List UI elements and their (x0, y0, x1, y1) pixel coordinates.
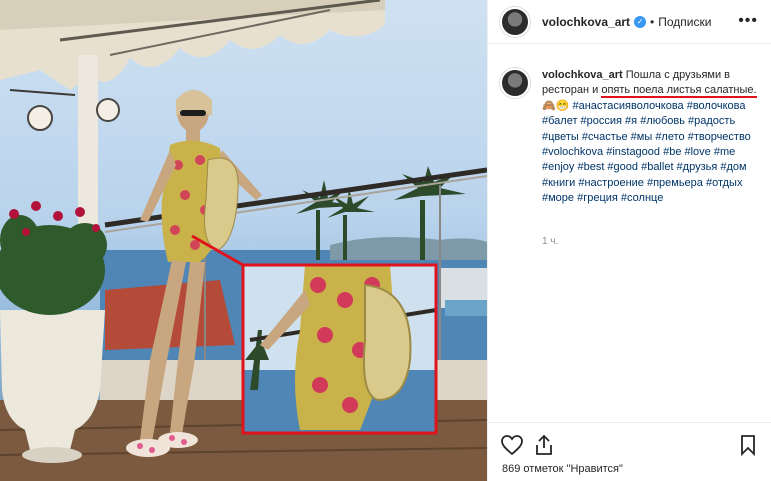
action-bar: 869 отметок "Нравится" (488, 422, 771, 481)
post-time[interactable]: 1 ч. (542, 236, 558, 247)
post-header: volochkova_art ✓ • Подписки ••• (488, 0, 771, 44)
caption-avatar[interactable] (500, 68, 530, 98)
caption-highlighted-text: опять поела листья салатные. (601, 84, 757, 99)
post-sidebar: volochkova_art ✓ • Подписки ••• volochko… (487, 0, 771, 481)
following-button[interactable]: Подписки (658, 15, 711, 29)
share-icon[interactable] (532, 433, 556, 457)
verified-badge-icon: ✓ (634, 15, 647, 28)
likes-count[interactable]: 869 отметок "Нравится" (502, 463, 623, 475)
caption-username[interactable]: volochkova_art (542, 69, 623, 81)
avatar[interactable] (500, 6, 530, 37)
caption-text: volochkova_art Пошла с друзьями в рестор… (542, 68, 767, 207)
caption-emoji: 🙈😁 (542, 99, 573, 112)
post-photo[interactable] (0, 0, 487, 481)
more-icon[interactable]: ••• (738, 12, 758, 30)
photo-illustration (0, 0, 487, 481)
header-separator: • (650, 14, 655, 29)
header-username[interactable]: volochkova_art (542, 15, 630, 29)
caption-hashtags[interactable]: #анастасияволочкова #волочкова #балет #р… (542, 100, 751, 204)
bookmark-icon[interactable] (736, 433, 760, 457)
heart-icon[interactable] (500, 433, 524, 457)
